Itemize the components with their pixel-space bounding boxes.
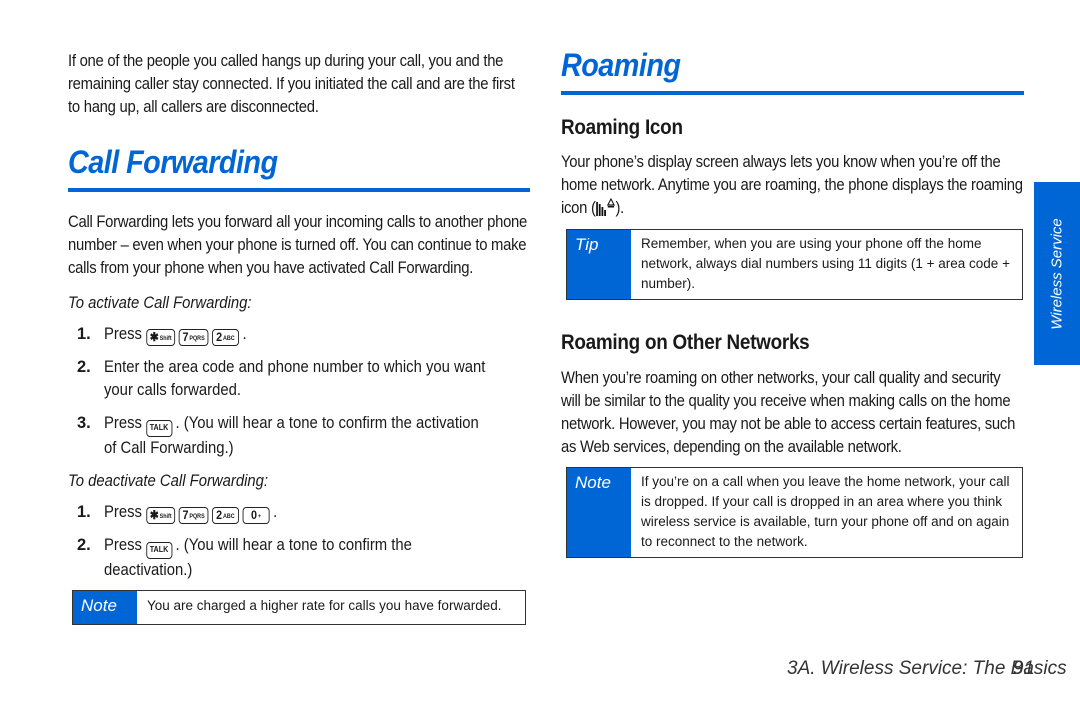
roaming-icon-body-end: ). [615,199,625,217]
right-column: Roaming Roaming Icon Your phone’s displa… [561,45,1024,558]
step-text: Press TALK. (You will hear a tone to con… [104,414,479,457]
step-number: 3. [77,414,91,432]
activate-heading: To activate Call Forwarding: [68,294,252,312]
phone-key-icon: TALK [146,420,172,437]
step-item: 1. Press ✱Shift 7PQRS 2ABC 0+. [68,501,530,524]
intro-paragraph: If one of the people you called hangs up… [68,52,515,116]
step-item: 2. Enter the area code and phone number t… [68,356,530,402]
phone-key-icon: 2ABC [211,329,239,346]
tip-tag: Tip [567,230,631,299]
note-text: If you’re on a call when you leave the h… [641,474,1010,549]
roaming-icon-body-text: Your phone’s display screen always lets … [561,153,1023,217]
step-item: 3. Press TALK. (You will hear a tone to c… [68,412,530,460]
phone-key-icon: 2ABC [211,507,239,524]
step-number: 1. [77,325,91,343]
step-text: Press ✱Shift 7PQRS 2ABC 0+. [104,503,278,524]
roaming-icon [595,197,616,223]
deactivate-steps: 1. Press ✱Shift 7PQRS 2ABC 0+. 2. Press TALK. … [68,501,530,582]
other-networks-heading: Roaming on Other Networks [561,331,810,354]
step-text: Press ✱Shift 7PQRS 2ABC. [104,325,247,346]
section-title-roaming: Roaming [561,47,681,83]
roaming-icon-heading: Roaming Icon [561,116,683,139]
phone-key-icon: 7PQRS [178,329,209,346]
note-callout-roaming: Note If you’re on a call when you leave … [566,467,1023,558]
roaming-header: Roaming [561,45,1024,95]
note-text: You are charged a higher rate for calls … [147,598,502,613]
note-tag: Note [567,468,631,557]
step-number: 2. [77,358,91,376]
phone-key-icon: ✱Shift [146,507,176,524]
step-number: 2. [77,536,91,554]
side-tab-label: Wireless Service [1048,217,1066,330]
roaming-icon-body: Your phone’s display screen always lets … [561,151,1024,223]
step-number: 1. [77,503,91,521]
activate-steps: 1. Press ✱Shift 7PQRS 2ABC. 2. Enter the area… [68,323,530,460]
call-forwarding-header: Call Forwarding [68,142,530,192]
page-number: 91 [1013,658,1035,679]
step-text: Press TALK. (You will hear a tone to con… [104,536,412,579]
other-networks-body: When you’re roaming on other networks, y… [561,369,1016,456]
step-text: Enter the area code and phone number to … [104,358,486,399]
step-item: 1. Press ✱Shift 7PQRS 2ABC. [68,323,530,346]
call-forwarding-body: Call Forwarding lets you forward all you… [68,213,528,277]
tip-callout: Tip Remember, when you are using your ph… [566,229,1023,300]
note-callout-forwarding: Note You are charged a higher rate for c… [72,590,526,625]
chapter-side-tab[interactable]: Wireless Service [1034,182,1080,365]
phone-key-icon: 7PQRS [178,507,209,524]
phone-key-icon: ✱Shift [146,329,176,346]
title-rule [68,188,530,192]
title-rule [561,91,1024,95]
note-tag: Note [73,591,137,624]
step-item: 2. Press TALK. (You will hear a tone to c… [68,534,530,582]
left-column: If one of the people you called hangs up… [68,50,530,625]
deactivate-heading: To deactivate Call Forwarding: [68,472,269,490]
phone-key-icon: TALK [146,542,172,559]
tip-text: Remember, when you are using your phone … [641,236,1010,291]
section-title-call-forwarding: Call Forwarding [68,144,278,180]
phone-key-icon: 0+ [242,507,270,524]
